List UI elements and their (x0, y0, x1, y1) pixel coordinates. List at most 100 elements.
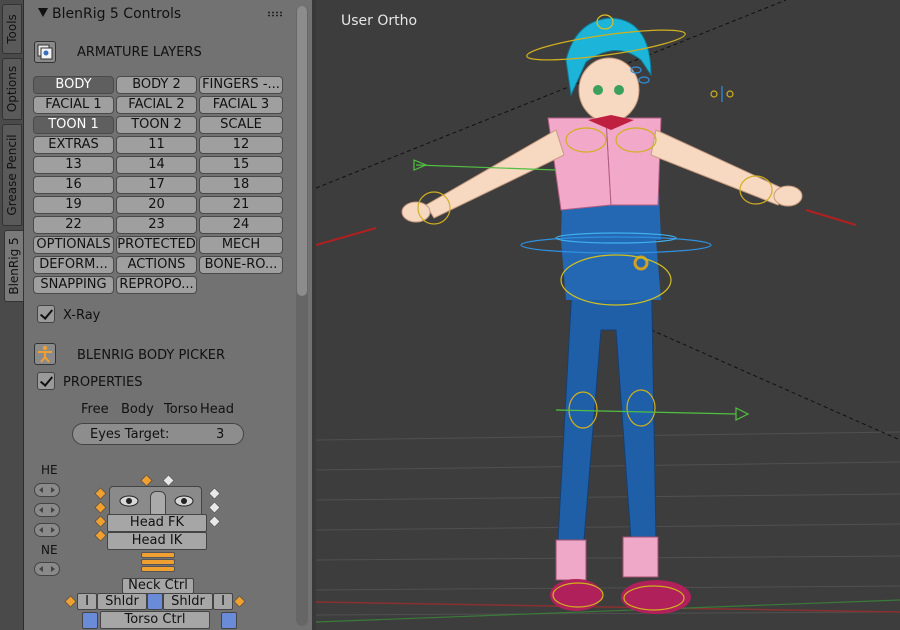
tab-options[interactable]: Options (2, 58, 22, 120)
scrollbar-thumb[interactable] (297, 6, 307, 296)
layer-button-body-2[interactable]: BODY 2 (116, 76, 197, 94)
layer-button-scale[interactable]: SCALE (199, 116, 283, 134)
tab-grease-pencil[interactable]: Grease Pencil (2, 124, 22, 226)
picker-tab-torso[interactable]: Torso (164, 402, 198, 417)
eyes-target-field[interactable]: Eyes Target: 3 (72, 423, 244, 445)
layer-button-21[interactable]: 21 (199, 196, 283, 214)
i-left-button[interactable]: I (77, 593, 97, 610)
layer-button-deform[interactable]: DEFORM... (33, 256, 114, 274)
head-right-control-1[interactable] (208, 487, 221, 500)
right-eye-icon[interactable] (173, 494, 195, 508)
tab-tools-label: Tools (5, 14, 19, 44)
layer-button-facial-1[interactable]: FACIAL 1 (33, 96, 114, 114)
xray-label: X-Ray (63, 308, 101, 323)
layer-button-17[interactable]: 17 (116, 176, 197, 194)
layer-button-actions[interactable]: ACTIONS (116, 256, 197, 274)
torso-link-left[interactable] (147, 593, 163, 610)
head-left-control-3[interactable] (94, 515, 107, 528)
layer-button-19[interactable]: 19 (33, 196, 114, 214)
head-top-control-white[interactable] (162, 474, 175, 487)
torso-right-arm-link[interactable] (221, 612, 237, 629)
torso-left-arm-link[interactable] (82, 612, 98, 629)
layer-button-24[interactable]: 24 (199, 216, 283, 234)
properties-checkbox[interactable] (37, 372, 55, 390)
neck-ctrl-button[interactable]: Neck Ctrl (122, 578, 194, 594)
layer-button-11[interactable]: 11 (116, 136, 197, 154)
tab-blenrig5-label: BlenRig 5 (7, 237, 21, 295)
panel-scrollbar[interactable] (296, 6, 308, 626)
head-right-control-2[interactable] (208, 501, 221, 514)
properties-label: PROPERTIES (63, 375, 143, 390)
ne-label: NE (41, 543, 58, 557)
tab-grease-pencil-label: Grease Pencil (5, 134, 19, 216)
head-fk-button[interactable]: Head FK (107, 514, 207, 532)
head-right-control-3[interactable] (208, 515, 221, 528)
he-label: HE (41, 463, 58, 477)
armature-layers-label: ARMATURE LAYERS (77, 45, 202, 60)
body-picker-label: BLENRIG BODY PICKER (77, 348, 225, 363)
layer-button-facial-2[interactable]: FACIAL 2 (116, 96, 197, 114)
layer-button-snapping[interactable]: SNAPPING (33, 276, 114, 294)
blenrig-controls-panel: BlenRig 5 Controls ARMATURE LAYERS BODY B… (24, 0, 312, 630)
he-slider-1[interactable] (34, 483, 60, 497)
layer-button-extras[interactable]: EXTRAS (33, 136, 114, 154)
layer-button-toon-2[interactable]: TOON 2 (116, 116, 197, 134)
layer-button-mech[interactable]: MECH (199, 236, 283, 254)
layer-button-22[interactable]: 22 (33, 216, 114, 234)
neck-socket-icon[interactable] (150, 491, 166, 515)
layer-button-14[interactable]: 14 (116, 156, 197, 174)
shoulder-right-control[interactable] (233, 595, 246, 608)
tab-tools[interactable]: Tools (2, 4, 22, 54)
layer-button-15[interactable]: 15 (199, 156, 283, 174)
head-ik-button[interactable]: Head IK (107, 532, 207, 550)
layer-button-23[interactable]: 23 (116, 216, 197, 234)
head-left-control-1[interactable] (94, 487, 107, 500)
shoulder-left-control[interactable] (64, 595, 77, 608)
left-eye-icon[interactable] (118, 494, 140, 508)
collapse-triangle-icon[interactable] (38, 8, 48, 17)
layer-button-13[interactable]: 13 (33, 156, 114, 174)
viewport-view-label: User Ortho (341, 13, 418, 29)
body-picker-icon (34, 343, 56, 365)
layer-button-18[interactable]: 18 (199, 176, 283, 194)
layer-button-facial-3[interactable]: FACIAL 3 (199, 96, 283, 114)
picker-tab-body[interactable]: Body (121, 402, 154, 417)
armature-layers-icon (34, 41, 56, 63)
torso-ctrl-button[interactable]: Torso Ctrl (100, 611, 210, 629)
eyes-target-label: Eyes Target: (90, 427, 170, 442)
ne-slider[interactable] (34, 562, 60, 576)
shoulder-right-button[interactable]: Shldr (163, 593, 213, 610)
layer-button-toon-1[interactable]: TOON 1 (33, 116, 114, 134)
character-model[interactable] (401, 17, 803, 614)
layer-button-repropo[interactable]: REPROPO... (116, 276, 197, 294)
head-left-control-4[interactable] (94, 529, 107, 542)
panel-header[interactable]: BlenRig 5 Controls (24, 0, 312, 28)
layer-button-protected[interactable]: PROTECTED (116, 236, 197, 254)
head-top-control-orange[interactable] (140, 474, 153, 487)
layer-button-bone-ro[interactable]: BONE-RO... (199, 256, 283, 274)
panel-title: BlenRig 5 Controls (52, 6, 182, 22)
picker-tab-free[interactable]: Free (81, 402, 109, 417)
viewport-scene (316, 0, 900, 623)
eyes-target-value: 3 (216, 427, 225, 442)
head-left-control-2[interactable] (94, 501, 107, 514)
blender-window: Tools Options Grease Pencil BlenRig 5 Bl… (0, 0, 900, 630)
3d-viewport[interactable]: User Ortho (316, 0, 900, 630)
layer-button-fingers[interactable]: FINGERS -... (199, 76, 283, 94)
layer-button-body[interactable]: BODY (33, 76, 114, 94)
layer-button-optionals[interactable]: OPTIONALS (33, 236, 114, 254)
layer-button-20[interactable]: 20 (116, 196, 197, 214)
drag-grip-icon[interactable] (267, 11, 283, 17)
neck-bones[interactable] (141, 551, 175, 577)
layer-button-16[interactable]: 16 (33, 176, 114, 194)
xray-checkbox[interactable] (37, 305, 55, 323)
tab-blenrig5[interactable]: BlenRig 5 (4, 230, 24, 302)
picker-tab-head[interactable]: Head (200, 402, 234, 417)
i-right-button[interactable]: I (213, 593, 233, 610)
tab-options-label: Options (5, 65, 19, 113)
shoulder-left-button[interactable]: Shldr (97, 593, 147, 610)
he-slider-2[interactable] (34, 503, 60, 517)
tool-shelf-tabs: Tools Options Grease Pencil BlenRig 5 (0, 0, 24, 630)
he-slider-3[interactable] (34, 523, 60, 537)
layer-button-12[interactable]: 12 (199, 136, 283, 154)
